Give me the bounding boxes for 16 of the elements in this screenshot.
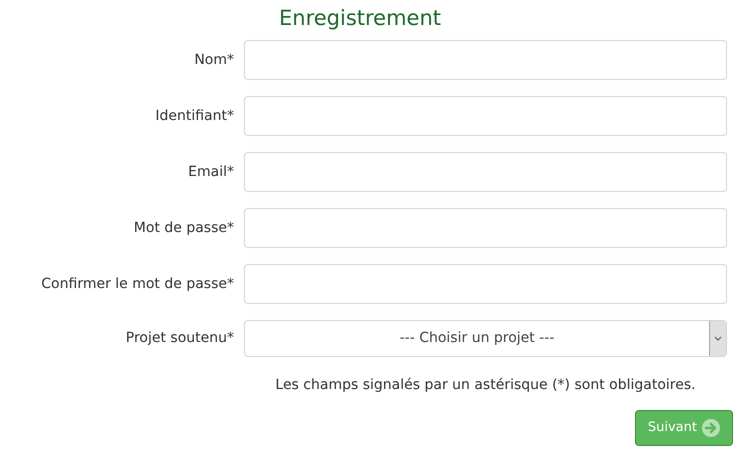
input-field[interactable] <box>244 96 727 136</box>
chevron-down-icon <box>714 336 722 341</box>
input-field[interactable] <box>244 264 727 304</box>
required-note: Les champs signalés par un astérisque (*) sont obligatoires. <box>275 376 696 395</box>
field-label: Nom* <box>193 50 234 70</box>
field-label: Projet soutenu* <box>124 329 234 348</box>
field-label: Email* <box>187 162 234 182</box>
field-label: Confirmer le mot de passe* <box>40 274 234 294</box>
input-field[interactable] <box>244 40 727 80</box>
input-field[interactable] <box>244 152 727 192</box>
field-label: Mot de passe* <box>132 218 234 238</box>
form-title: Enregistrement <box>279 5 442 32</box>
project-select[interactable]: --- Choisir un projet --- <box>244 320 727 357</box>
input-field[interactable] <box>244 208 727 248</box>
arrow-right-icon <box>702 419 720 437</box>
field-label: Identifiant* <box>154 106 234 126</box>
